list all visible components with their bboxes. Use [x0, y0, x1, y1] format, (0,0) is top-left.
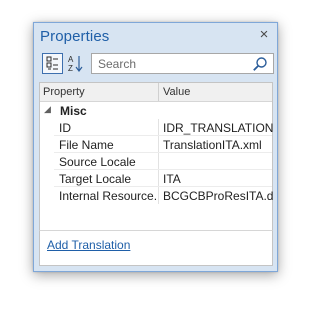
property-grid: Property Value ◢ Misc ID IDR_TRANSLATION…: [39, 82, 273, 242]
close-icon[interactable]: ×: [257, 27, 271, 43]
add-translation-link[interactable]: Add Translation: [47, 238, 130, 252]
property-name: Target Locale: [59, 172, 132, 186]
collapse-triangle-icon[interactable]: ◢: [44, 104, 51, 115]
property-row[interactable]: Source Locale: [40, 153, 272, 170]
search-icon[interactable]: [252, 56, 268, 72]
property-name: Source Locale: [59, 155, 136, 169]
property-row[interactable]: Target Locale ITA: [40, 170, 272, 187]
property-row[interactable]: File Name TranslationITA.xml: [40, 136, 272, 153]
search-placeholder: Search: [98, 57, 137, 71]
property-name: File Name: [59, 138, 114, 152]
categorized-icon: [46, 56, 58, 70]
property-name: Internal Resource...: [59, 189, 156, 203]
column-header-value[interactable]: Value: [163, 86, 190, 98]
category-row-misc[interactable]: ◢ Misc: [40, 102, 272, 119]
svg-text:A: A: [68, 55, 74, 64]
commands-pane: Add Translation: [39, 230, 273, 266]
row-divider: [158, 187, 159, 204]
row-divider: [158, 119, 159, 136]
grid-header: Property Value: [40, 83, 272, 102]
search-field[interactable]: Search: [91, 53, 274, 74]
row-divider: [158, 170, 159, 187]
property-value[interactable]: BCGCBProResITA.dll: [163, 189, 273, 203]
toolbar: A Z Search: [39, 53, 274, 75]
svg-text:Z: Z: [68, 64, 73, 73]
property-value[interactable]: IDR_TRANSLATION...: [163, 121, 273, 135]
row-divider: [158, 136, 159, 153]
category-label: Misc: [60, 104, 87, 118]
property-row[interactable]: ID IDR_TRANSLATION...: [40, 119, 273, 136]
sort-az-icon: A Z: [68, 55, 83, 73]
property-name: ID: [59, 121, 71, 135]
categorized-button[interactable]: [42, 53, 63, 74]
title-bar: Properties ×: [34, 23, 277, 49]
alphabetical-button[interactable]: A Z: [66, 53, 87, 74]
column-divider[interactable]: [158, 83, 159, 101]
row-divider: [158, 153, 159, 170]
property-value[interactable]: TranslationITA.xml: [163, 138, 273, 152]
properties-window: Properties × A Z Search Property Value ◢…: [33, 22, 278, 272]
property-value[interactable]: ITA: [163, 172, 273, 186]
column-header-property[interactable]: Property: [43, 86, 85, 98]
property-row[interactable]: Internal Resource... BCGCBProResITA.dll: [40, 187, 273, 204]
panel-title: Properties: [40, 28, 110, 45]
